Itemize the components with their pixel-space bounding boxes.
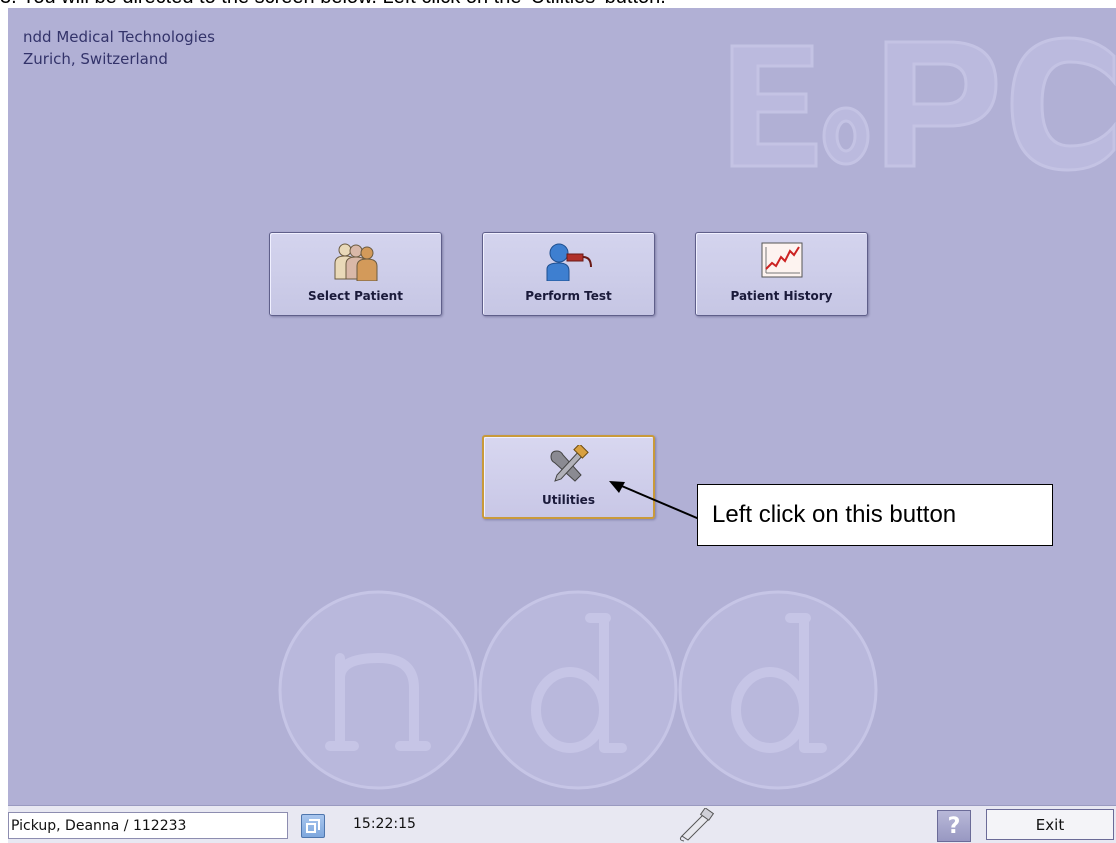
patient-history-button[interactable]: Patient History [695,232,868,316]
restore-icon [306,819,320,833]
company-location: Zurich, Switzerland [23,50,168,68]
perform-test-button[interactable]: Perform Test [482,232,655,316]
exit-button[interactable]: Exit [986,809,1114,840]
instruction-text: 3. You will be directed to the screen be… [0,0,1116,8]
tools-icon [549,445,589,482]
current-patient-field: Pickup, Deanna / 112233 [8,812,288,839]
callout-box: Left click on this button [697,484,1053,546]
status-bar: Pickup, Deanna / 112233 15:22:15 ? Exit [8,805,1116,843]
select-patient-label: Select Patient [308,289,403,303]
eopc-watermark [730,36,1116,172]
clock: 15:22:15 [353,816,416,832]
help-button[interactable]: ? [937,810,971,842]
ndd-watermark [278,590,878,790]
history-chart-icon [761,242,802,278]
patient-history-label: Patient History [730,289,833,303]
perform-test-label: Perform Test [525,289,612,303]
spirometry-test-icon [546,243,592,281]
app-screen: ndd Medical Technologies Zurich, Switzer… [8,8,1116,843]
spirometer-device-icon [679,808,715,842]
company-info: ndd Medical Technologies Zurich, Switzer… [23,26,215,70]
restore-window-button[interactable] [301,814,325,838]
select-patient-button[interactable]: Select Patient [269,232,442,316]
company-name: ndd Medical Technologies [23,28,215,46]
patients-icon [334,243,377,281]
utilities-label: Utilities [542,493,595,507]
